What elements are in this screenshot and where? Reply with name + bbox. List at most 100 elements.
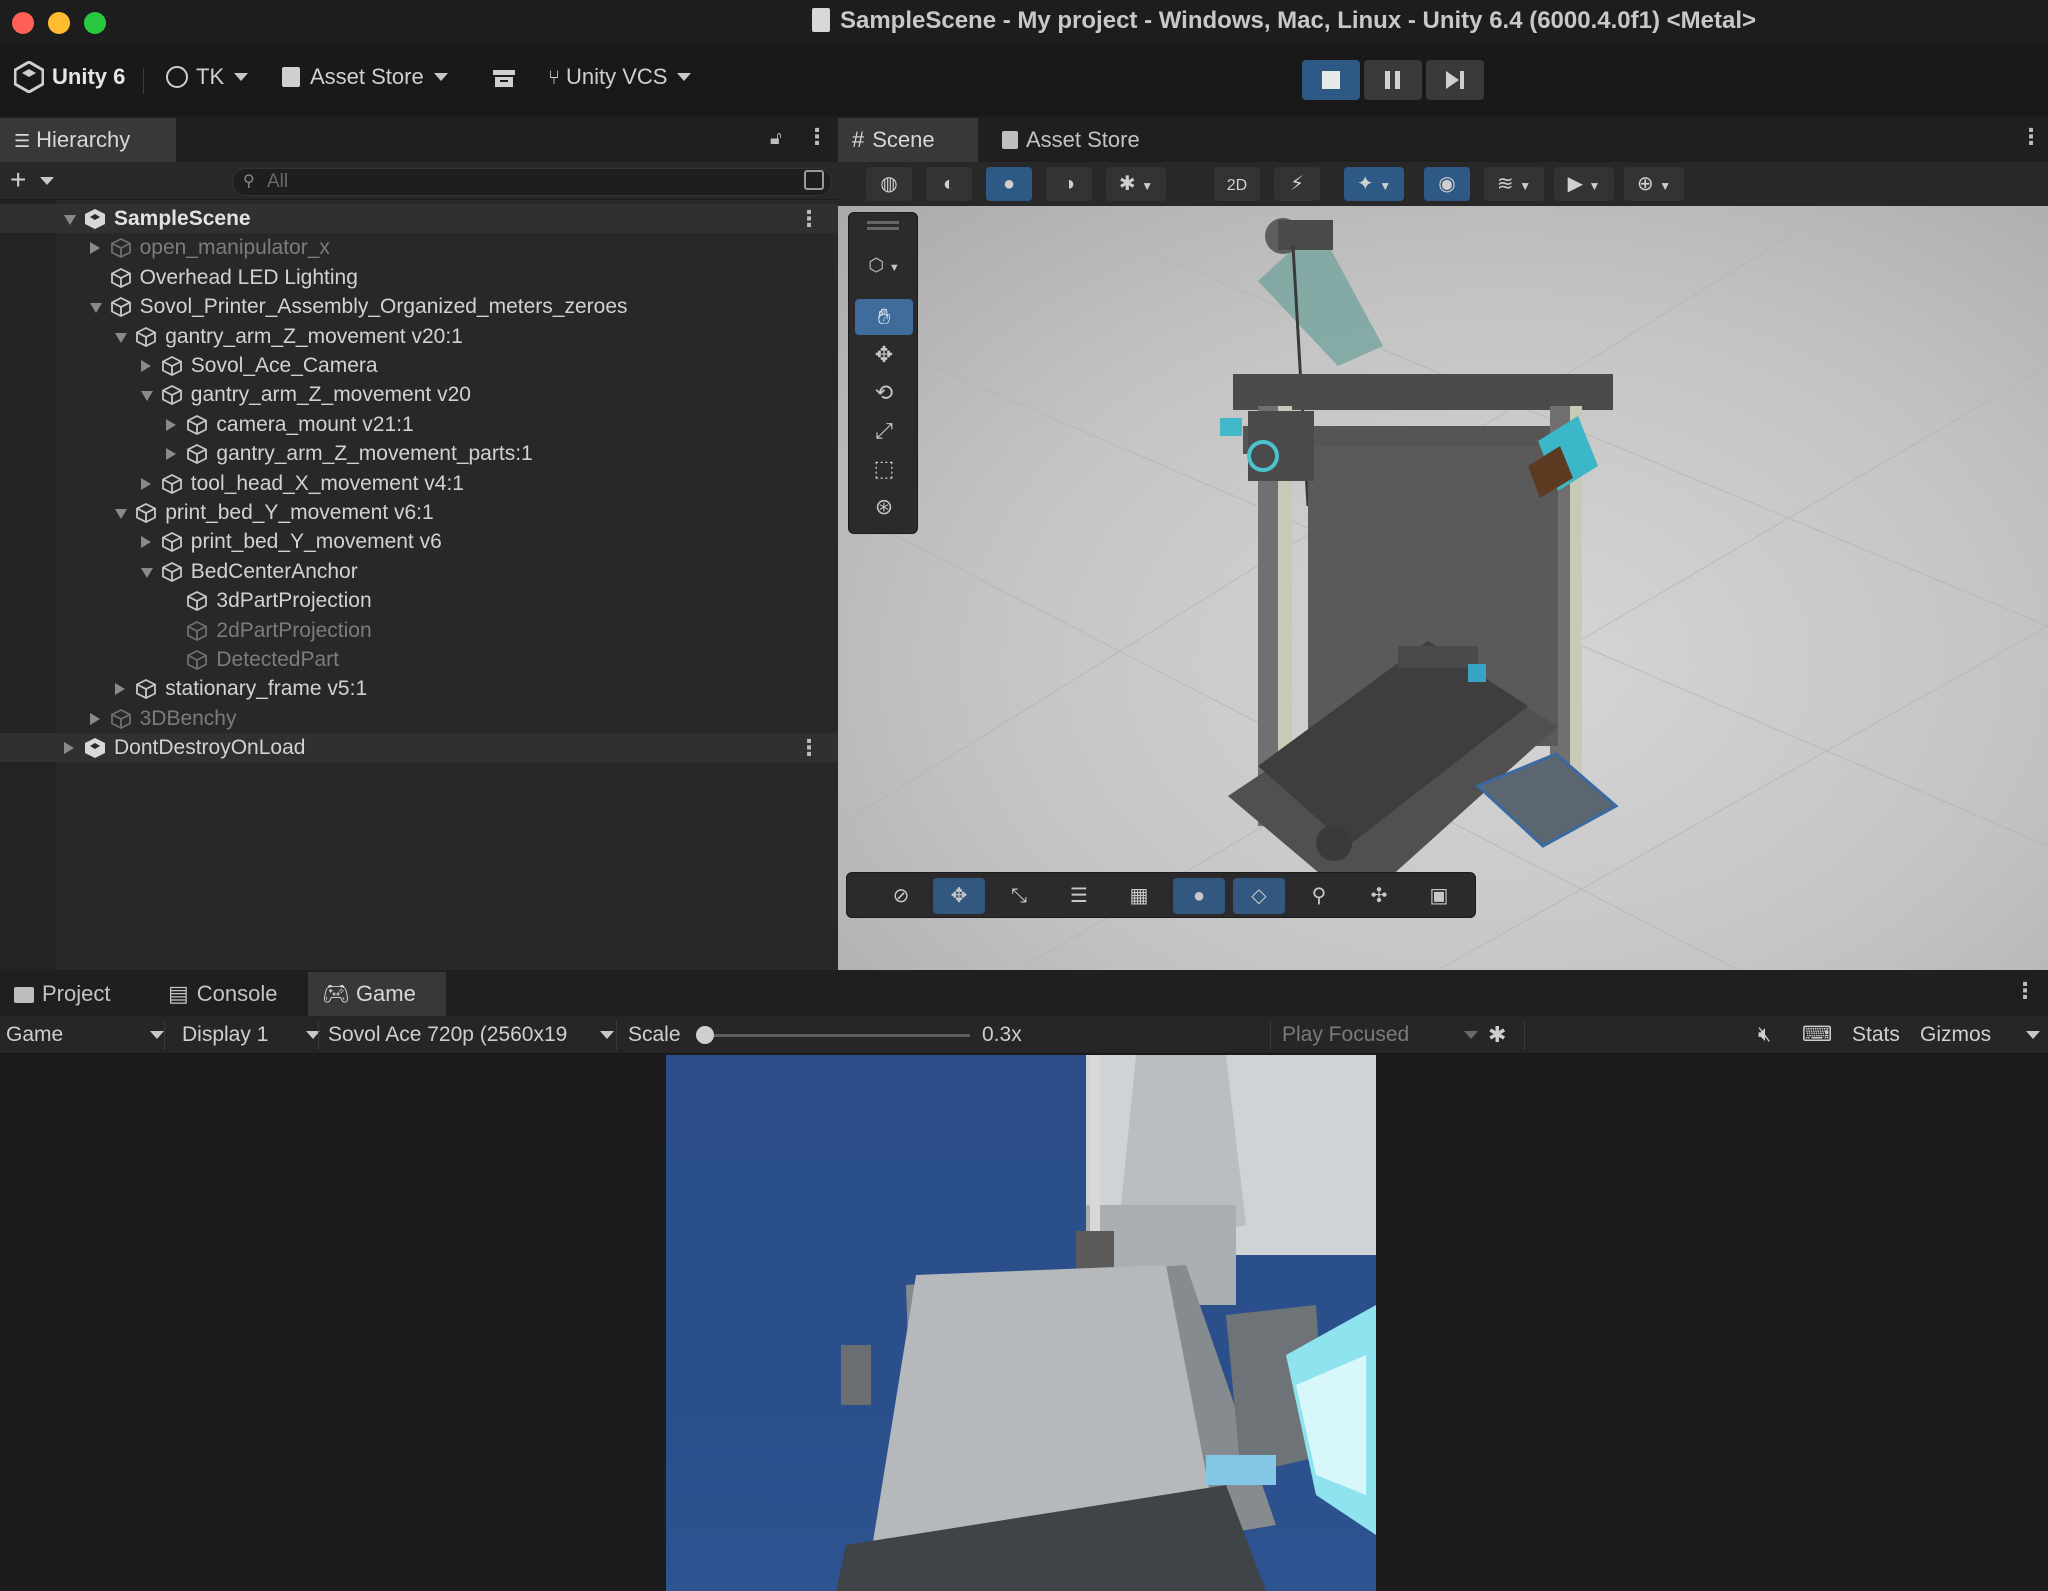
snap-scale-button[interactable]: ⤡: [993, 878, 1045, 914]
scene-row[interactable]: DontDestroyOnLoad ⋮: [0, 733, 838, 763]
tab-project[interactable]: Project: [0, 972, 124, 1016]
hierarchy-row[interactable]: print_bed_Y_movement v6: [0, 527, 838, 556]
lighting-toggle-button[interactable]: ⚡: [1274, 167, 1320, 201]
tab-hierarchy[interactable]: ☰ Hierarchy: [0, 118, 176, 162]
mute-audio-icon[interactable]: 🔇︎: [1758, 1016, 1771, 1054]
debug-draw-dropdown[interactable]: ✱ ▼: [1106, 167, 1166, 201]
camera-view-button[interactable]: ▣: [1413, 878, 1465, 914]
move-tool-button[interactable]: ✥: [855, 337, 913, 373]
lighting-mode-button[interactable]: ◐: [926, 167, 972, 201]
archive-icon[interactable]: [492, 68, 516, 94]
layers-dropdown[interactable]: ≋ ▼: [1484, 167, 1544, 201]
draw-mode-dropdown[interactable]: ⬡ ▼: [855, 247, 913, 283]
asset-store-dropdown[interactable]: Asset Store: [282, 64, 448, 90]
pivot-button[interactable]: ✣: [1353, 878, 1405, 914]
rotate-tool-button[interactable]: ⟲: [855, 375, 913, 411]
hierarchy-row[interactable]: stationary_frame v5:1: [0, 674, 838, 703]
hierarchy-row[interactable]: camera_mount v21:1: [0, 410, 838, 439]
hierarchy-row[interactable]: 3dPartProjection: [0, 586, 838, 615]
scale-tool-button[interactable]: ⤢: [855, 413, 913, 449]
collapse-arrow-icon[interactable]: [140, 477, 151, 490]
hierarchy-row[interactable]: Sovol_Printer_Assembly_Organized_meters_…: [0, 292, 838, 321]
collapse-arrow-icon[interactable]: [166, 418, 177, 431]
search-options-icon[interactable]: [804, 170, 824, 190]
hierarchy-row[interactable]: gantry_arm_Z_movement v20:1: [0, 322, 838, 351]
search-tool-button[interactable]: ⚲: [1293, 878, 1345, 914]
shading-sphere-button[interactable]: ●: [1173, 878, 1225, 914]
chevron-down-icon[interactable]: [2026, 1031, 2040, 1039]
chevron-down-icon[interactable]: [40, 177, 54, 185]
hierarchy-row[interactable]: DetectedPart: [0, 645, 838, 674]
tab-console[interactable]: ▤ Console: [154, 972, 292, 1016]
version-control-dropdown[interactable]: ⑂ Unity VCS: [548, 64, 692, 90]
hierarchy-row[interactable]: open_manipulator_x: [0, 233, 838, 262]
view-type-select[interactable]: Game: [6, 1016, 164, 1054]
expand-arrow-icon[interactable]: [140, 391, 153, 402]
hierarchy-row[interactable]: 2dPartProjection: [0, 616, 838, 645]
stats-button[interactable]: Stats: [1852, 1016, 1900, 1054]
more-options-icon[interactable]: ⋮: [806, 124, 828, 150]
add-object-button[interactable]: +: [10, 164, 26, 196]
wireframe-mode-button[interactable]: ◑: [1046, 167, 1092, 201]
hierarchy-row[interactable]: 3DBenchy: [0, 704, 838, 733]
expand-arrow-icon[interactable]: [64, 215, 76, 225]
scene-viewport[interactable]: ⬡ ▼ ✋︎ ✥ ⟲ ⤢ ⬚ ⊛ ⊘ ✥ ⤡ ☰ ▦ ● ◇ ⚲ ✣ ▣: [838, 206, 2048, 970]
global-view-button[interactable]: ◍: [866, 167, 912, 201]
visibility-toggle-button[interactable]: ◉: [1424, 167, 1470, 201]
collapse-arrow-icon[interactable]: [166, 448, 177, 461]
tab-asset-store[interactable]: Asset Store: [988, 118, 1154, 162]
collapse-arrow-icon[interactable]: [140, 360, 151, 372]
orientation-button[interactable]: ⊘: [875, 878, 927, 914]
hierarchy-row[interactable]: tool_head_X_movement v4:1: [0, 469, 838, 498]
lock-icon[interactable]: 🔓︎: [770, 128, 782, 149]
hierarchy-row[interactable]: print_bed_Y_movement v6:1: [0, 498, 838, 527]
shaded-mode-button[interactable]: ●: [986, 167, 1032, 201]
effects-dropdown[interactable]: ✦ ▼: [1344, 167, 1404, 201]
expand-arrow-icon[interactable]: [140, 567, 153, 578]
gizmos-dropdown[interactable]: ⊕ ▼: [1624, 167, 1684, 201]
hierarchy-row[interactable]: gantry_arm_Z_movement_parts:1: [0, 439, 838, 468]
more-options-icon[interactable]: ⋮: [2020, 124, 2042, 150]
scale-slider-handle[interactable]: [696, 1026, 714, 1044]
more-options-icon[interactable]: ⋮: [2014, 978, 2036, 1004]
align-button[interactable]: ☰: [1053, 878, 1105, 914]
camera-settings-dropdown[interactable]: ▶ ▼: [1554, 167, 1614, 201]
more-options-icon[interactable]: ⋮: [798, 204, 820, 233]
bug-icon[interactable]: ✱: [1488, 1016, 1506, 1054]
rect-tool-button[interactable]: ⬚: [855, 451, 913, 487]
grid-snap-button[interactable]: ▦: [1113, 878, 1165, 914]
tab-scene[interactable]: # Scene: [838, 118, 978, 162]
play-mode-select[interactable]: Play Focused: [1282, 1016, 1478, 1054]
collapse-arrow-icon[interactable]: [89, 242, 100, 255]
collapse-arrow-icon[interactable]: [140, 536, 151, 549]
grid-plane-button[interactable]: ◇: [1233, 878, 1285, 914]
expand-arrow-icon[interactable]: [89, 303, 102, 314]
expand-arrow-icon[interactable]: [115, 332, 128, 343]
game-viewport[interactable]: [666, 1055, 1376, 1591]
expand-arrow-icon[interactable]: [115, 509, 128, 519]
hierarchy-row[interactable]: gantry_arm_Z_movement v20: [0, 380, 838, 409]
pause-button[interactable]: [1364, 60, 1422, 100]
display-select[interactable]: Display 1: [182, 1016, 320, 1054]
collapse-arrow-icon[interactable]: [115, 683, 126, 696]
product-label[interactable]: Unity 6: [52, 64, 125, 90]
gizmos-button[interactable]: Gizmos: [1920, 1016, 1991, 1054]
drag-handle[interactable]: [867, 221, 899, 224]
transform-tool-button[interactable]: ⊛: [855, 489, 913, 525]
collapse-arrow-icon[interactable]: [89, 712, 100, 725]
stop-button[interactable]: [1302, 60, 1360, 100]
hierarchy-search-input[interactable]: ⚲ All: [232, 168, 832, 196]
account-dropdown[interactable]: TK: [166, 64, 249, 90]
2d-toggle-button[interactable]: 2D: [1214, 167, 1260, 201]
hierarchy-row[interactable]: Sovol_Ace_Camera: [0, 351, 838, 380]
step-button[interactable]: [1426, 60, 1484, 100]
collapse-arrow-icon[interactable]: [64, 742, 74, 755]
hierarchy-row[interactable]: BedCenterAnchor: [0, 557, 838, 586]
tab-game[interactable]: 🎮︎ Game: [308, 972, 446, 1016]
resolution-select[interactable]: Sovol Ace 720p (2560x19: [328, 1016, 614, 1054]
hierarchy-row[interactable]: Overhead LED Lighting: [0, 263, 838, 292]
more-options-icon[interactable]: ⋮: [798, 733, 820, 762]
snap-move-button[interactable]: ✥: [933, 878, 985, 914]
scene-row[interactable]: SampleScene ⋮: [0, 204, 838, 233]
keyboard-icon[interactable]: ⌨: [1802, 1016, 1832, 1054]
